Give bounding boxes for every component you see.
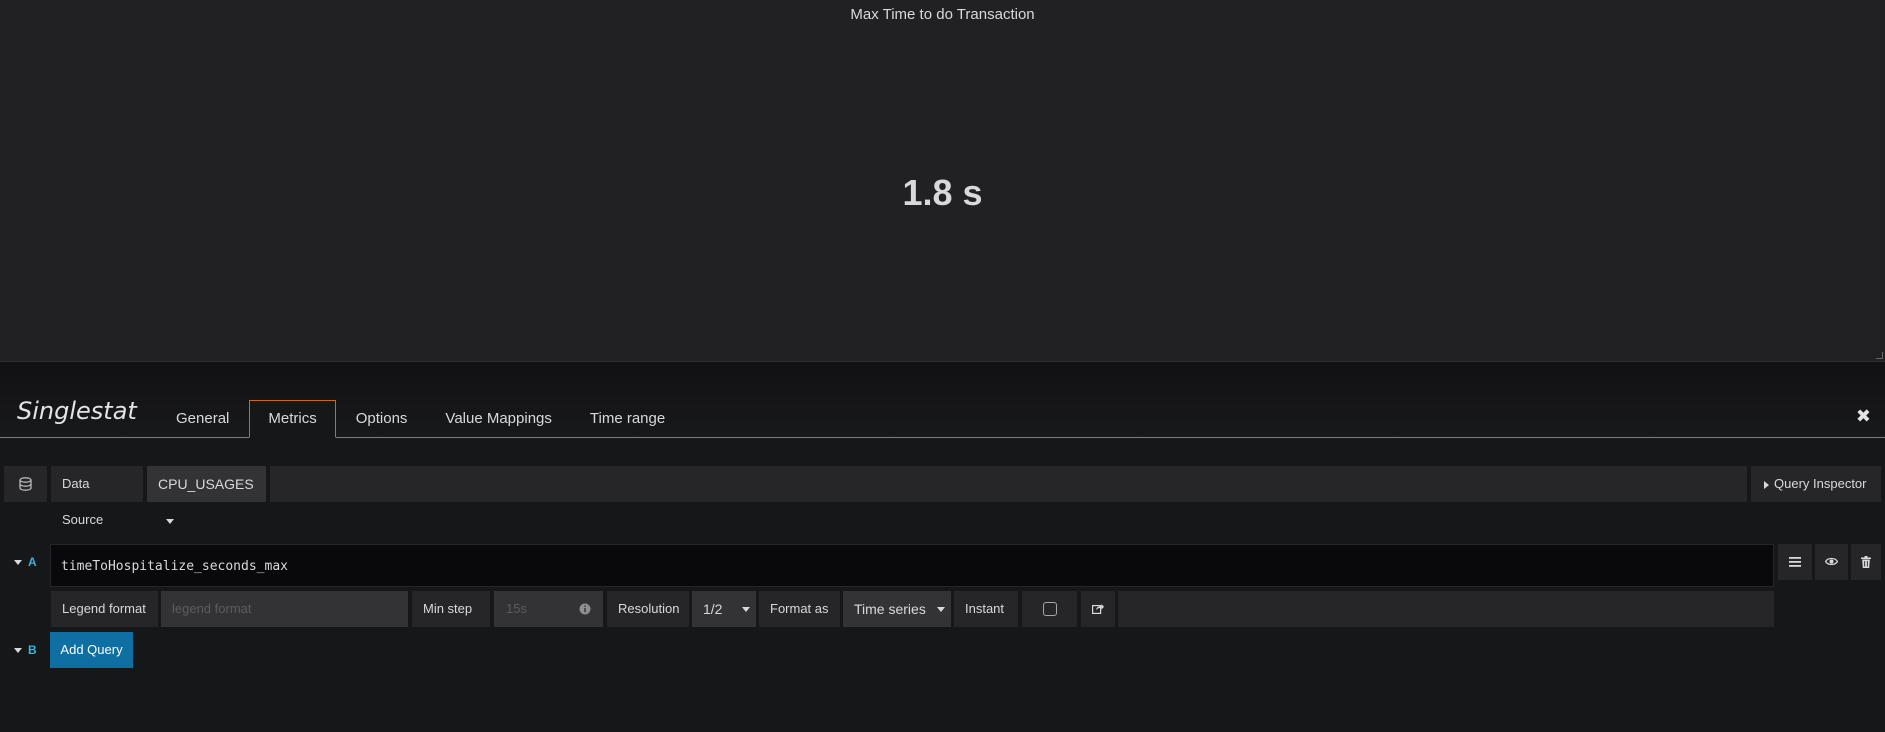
query-a-toggle-visibility-button[interactable] <box>1815 544 1848 580</box>
tab-time-range[interactable]: Time range <box>572 400 683 437</box>
database-icon <box>19 477 32 491</box>
trash-icon <box>1861 556 1871 568</box>
panel-value: 1.8 s <box>902 172 983 213</box>
query-a-toggle[interactable]: A <box>4 544 47 580</box>
min-step-label: Min step <box>412 591 490 627</box>
query-a-menu-button[interactable] <box>1778 544 1812 580</box>
share-button[interactable] <box>1081 591 1115 627</box>
datasource-label: Data Source <box>51 466 143 527</box>
panel-resize-handle[interactable] <box>1876 352 1883 359</box>
legend-format-placeholder: legend format <box>172 601 252 616</box>
options-row-filler <box>1118 591 1774 627</box>
close-icon[interactable]: ✖ <box>1856 406 1871 427</box>
editor-title: Singlestat <box>17 397 137 425</box>
caret-right-icon <box>1764 480 1769 489</box>
datasource-select[interactable]: CPU_USAGES <box>147 466 266 524</box>
query-b-toggle[interactable]: B <box>4 632 47 668</box>
datasource-icon-box <box>4 466 47 502</box>
format-as-value: Time series <box>854 601 926 617</box>
editor-header: Singlestat General Metrics Options Value… <box>0 362 1885 438</box>
panel-title[interactable]: Max Time to do Transaction <box>0 6 1885 23</box>
query-a-delete-button[interactable] <box>1851 544 1881 580</box>
query-b-letter: B <box>28 643 37 657</box>
legend-format-input[interactable]: legend format <box>161 591 408 627</box>
min-step-input[interactable]: 15s <box>494 591 603 627</box>
singlestat-panel: Max Time to do Transaction 1.8 s <box>0 0 1885 362</box>
datasource-row-filler <box>270 466 1747 502</box>
resolution-value: 1/2 <box>703 601 723 617</box>
info-icon[interactable] <box>579 603 591 615</box>
resolution-label: Resolution <box>607 591 689 627</box>
add-query-button[interactable]: Add Query <box>50 632 133 668</box>
chevron-down-icon <box>14 560 22 565</box>
chevron-down-icon <box>742 607 750 612</box>
query-inspector-button[interactable]: Query Inspector <box>1751 466 1881 502</box>
tab-general[interactable]: General <box>158 400 247 437</box>
format-as-label: Format as <box>759 591 840 627</box>
chevron-down-icon <box>14 648 22 653</box>
resolution-select[interactable]: 1/2 <box>692 591 756 627</box>
instant-checkbox[interactable] <box>1043 602 1057 616</box>
chevron-down-icon <box>166 518 174 524</box>
editor-tabs: General Metrics Options Value Mappings T… <box>158 400 685 438</box>
hamburger-icon <box>1789 557 1801 567</box>
tab-value-mappings[interactable]: Value Mappings <box>427 400 569 437</box>
query-a-letter: A <box>28 555 37 569</box>
datasource-value: CPU_USAGES <box>158 476 254 492</box>
instant-checkbox-box <box>1022 591 1077 627</box>
eye-icon <box>1825 557 1838 566</box>
tab-metrics[interactable]: Metrics <box>249 400 336 438</box>
query-inspector-label: Query Inspector <box>1774 476 1867 491</box>
share-icon <box>1092 603 1104 614</box>
format-as-select[interactable]: Time series <box>843 591 951 627</box>
tab-options[interactable]: Options <box>338 400 426 437</box>
legend-format-label: Legend format <box>51 591 158 627</box>
min-step-placeholder: 15s <box>506 601 527 616</box>
query-a-expression-input[interactable]: timeToHospitalize_seconds_max <box>50 544 1774 587</box>
chevron-down-icon <box>937 607 945 612</box>
instant-label: Instant <box>954 591 1018 627</box>
